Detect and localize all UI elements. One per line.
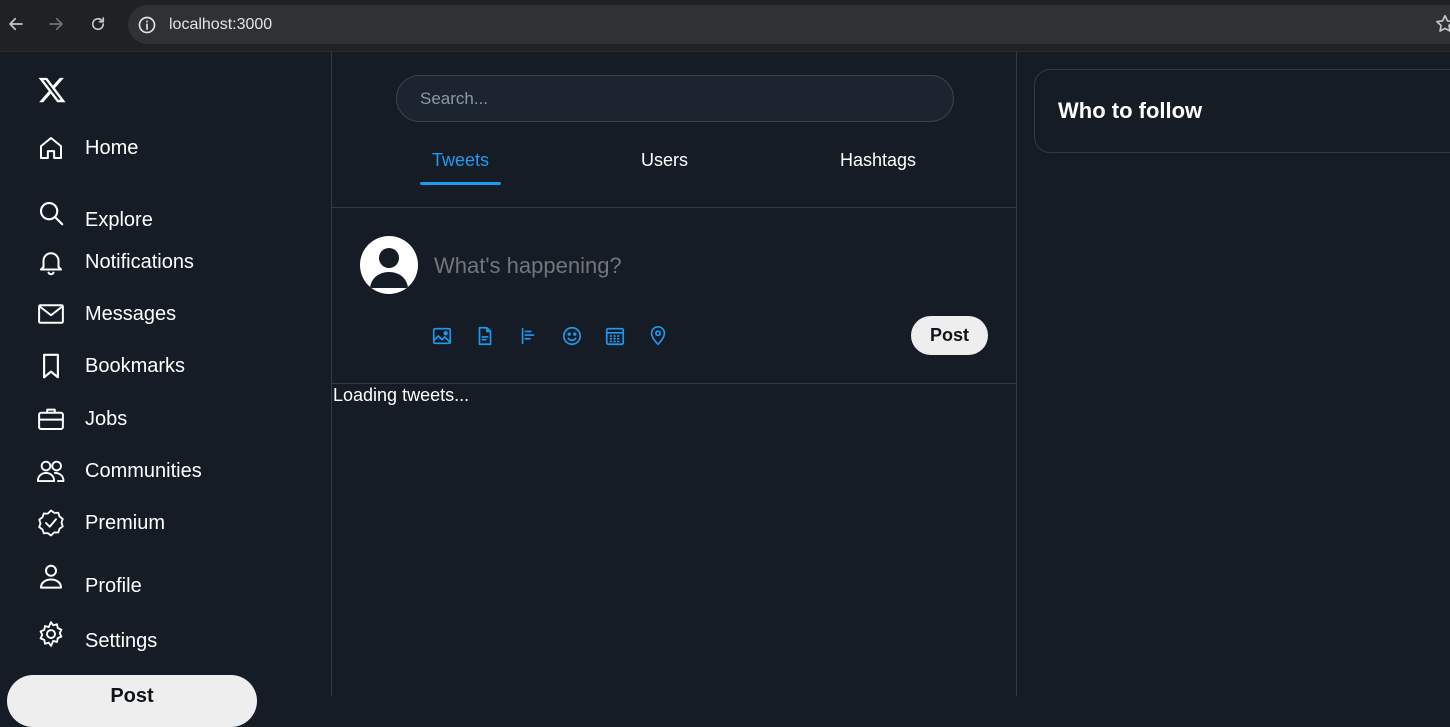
sidebar-item-label: Jobs bbox=[85, 407, 128, 430]
search-input[interactable]: Search... bbox=[396, 75, 954, 122]
sidebar-item-messages[interactable]: Messages bbox=[34, 296, 176, 332]
arrow-right-icon bbox=[49, 17, 63, 31]
sidebar-item-premium[interactable]: Premium bbox=[34, 505, 165, 541]
divider bbox=[332, 383, 1017, 384]
mail-icon bbox=[34, 297, 68, 331]
sidebar-item-label: Settings bbox=[85, 629, 158, 652]
sidebar-item-explore[interactable]: Explore bbox=[34, 195, 153, 231]
bookmark-star-icon[interactable] bbox=[1434, 13, 1450, 35]
schedule-icon[interactable] bbox=[603, 324, 627, 348]
sidebar-item-label: Home bbox=[85, 136, 139, 159]
emoji-icon[interactable] bbox=[560, 324, 584, 348]
sidebar-item-label: Premium bbox=[85, 511, 166, 534]
divider bbox=[332, 207, 1017, 208]
sidebar-item-label: Bookmarks bbox=[85, 354, 186, 377]
sidebar-item-label: Messages bbox=[85, 302, 177, 325]
reload-button[interactable] bbox=[86, 12, 110, 36]
verified-badge-icon bbox=[34, 506, 68, 540]
info-icon bbox=[138, 16, 156, 33]
compose-input[interactable]: What's happening? bbox=[434, 253, 622, 279]
bookmark-icon bbox=[34, 349, 68, 383]
default-avatar-icon bbox=[370, 248, 408, 288]
people-icon bbox=[34, 454, 68, 488]
avatar[interactable] bbox=[360, 236, 418, 294]
sidebar-item-notifications[interactable]: Notifications bbox=[34, 244, 194, 280]
tab-users[interactable]: Users bbox=[641, 150, 688, 171]
sidebar-item-label: Explore bbox=[85, 208, 153, 231]
address-bar[interactable]: localhost:3000 bbox=[128, 5, 1450, 44]
right-sidebar: Who to follow bbox=[1017, 52, 1450, 696]
sidebar-item-home[interactable]: Home bbox=[34, 130, 138, 166]
active-tab-indicator bbox=[420, 182, 501, 185]
who-to-follow-title: Who to follow bbox=[1058, 98, 1203, 123]
who-to-follow-panel: Who to follow bbox=[1034, 69, 1450, 153]
forward-button[interactable] bbox=[44, 12, 68, 36]
sidebar-item-communities[interactable]: Communities bbox=[34, 453, 202, 489]
post-button[interactable]: Post bbox=[911, 316, 988, 355]
briefcase-icon bbox=[34, 402, 68, 436]
search-icon bbox=[34, 196, 68, 230]
person-icon bbox=[34, 560, 68, 594]
search-placeholder: Search... bbox=[420, 88, 489, 108]
sidebar-item-profile[interactable]: Profile bbox=[34, 559, 142, 597]
sidebar-item-settings[interactable]: Settings bbox=[34, 616, 157, 652]
url-text: localhost:3000 bbox=[169, 15, 273, 33]
sidebar-item-bookmarks[interactable]: Bookmarks bbox=[34, 348, 185, 384]
tab-tweets[interactable]: Tweets bbox=[432, 150, 489, 171]
sidebar-item-label: Notifications bbox=[85, 250, 194, 273]
sidebar-item-label: Communities bbox=[85, 459, 202, 482]
location-icon[interactable] bbox=[646, 324, 670, 348]
home-icon bbox=[34, 131, 68, 165]
arrow-left-icon bbox=[9, 17, 23, 31]
tab-hashtags[interactable]: Hashtags bbox=[840, 150, 916, 171]
gear-icon bbox=[34, 617, 68, 651]
sidebar-item-jobs[interactable]: Jobs bbox=[34, 401, 127, 437]
sidebar: Home Explore Notifications Messages Book… bbox=[0, 52, 332, 727]
sidebar-item-label: Profile bbox=[85, 574, 142, 597]
sidebar-post-button[interactable]: Post bbox=[7, 675, 257, 727]
poll-icon[interactable] bbox=[517, 324, 541, 348]
loading-status: Loading tweets... bbox=[333, 385, 470, 405]
browser-toolbar: localhost:3000 bbox=[0, 0, 1450, 52]
main-feed: Search... Tweets Users Hashtags What's h… bbox=[332, 52, 1017, 696]
bell-icon bbox=[34, 245, 68, 279]
x-logo-icon[interactable] bbox=[37, 75, 67, 105]
reload-icon bbox=[91, 17, 105, 31]
image-icon[interactable] bbox=[430, 324, 454, 348]
back-button[interactable] bbox=[4, 12, 28, 36]
gif-icon[interactable] bbox=[473, 324, 497, 348]
